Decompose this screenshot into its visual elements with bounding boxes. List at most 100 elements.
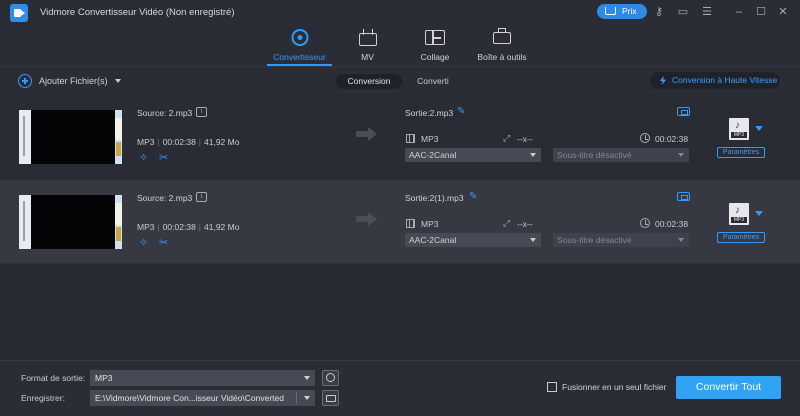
pencil-icon[interactable]: ✎ bbox=[457, 106, 467, 117]
minimize-icon[interactable]: – bbox=[732, 5, 746, 19]
tab-convertisseur[interactable]: Convertisseur bbox=[267, 26, 332, 66]
output-duration: 00:02:38 bbox=[655, 134, 689, 144]
chevron-down-icon bbox=[678, 153, 684, 157]
chevron-down-icon bbox=[304, 396, 310, 400]
video-thumbnail[interactable] bbox=[19, 110, 122, 164]
subtitle-value: Sous-titre désactivé bbox=[557, 235, 632, 245]
source-duration: 00:02:38 bbox=[162, 137, 196, 147]
save-label: Enregistrer: bbox=[21, 393, 65, 403]
high-speed-conversion-button[interactable]: Conversion à Haute Vitesse bbox=[650, 72, 780, 89]
pencil-icon[interactable]: ✎ bbox=[469, 191, 479, 202]
output-format-select[interactable]: MP3 bbox=[90, 370, 315, 386]
bottom-bar: Format de sortie: MP3 Enregistrer: E:\Vi… bbox=[0, 360, 800, 416]
subtitle-value: Sous-titre désactivé bbox=[557, 150, 632, 160]
toolbox-icon bbox=[493, 28, 511, 44]
thumb-panel-right bbox=[115, 195, 122, 249]
music-note-icon: ♪ bbox=[735, 120, 740, 131]
info-icon[interactable]: i bbox=[196, 192, 207, 202]
tab-mv[interactable]: MV bbox=[345, 26, 390, 66]
source-size: 41,92 Mo bbox=[204, 222, 240, 232]
window-title: Vidmore Convertisseur Vidéo (Non enregis… bbox=[40, 7, 235, 18]
output-format: MP3 bbox=[421, 219, 439, 229]
merge-option[interactable]: Fusionner en un seul fichier bbox=[547, 382, 666, 392]
format-dropdown-caret[interactable] bbox=[755, 126, 763, 131]
parameters-button[interactable]: Paramètres bbox=[717, 232, 765, 243]
menu-icon[interactable]: ☰ bbox=[700, 5, 714, 19]
format-settings-button[interactable] bbox=[322, 370, 339, 386]
source-duration: 00:02:38 bbox=[162, 222, 196, 232]
chevron-down-icon bbox=[530, 238, 536, 242]
title-bar: Vidmore Convertisseur Vidéo (Non enregis… bbox=[0, 0, 800, 26]
tab-label: Convertisseur bbox=[273, 52, 326, 62]
merge-label: Fusionner en un seul fichier bbox=[562, 382, 667, 392]
enhance-icon[interactable]: ✧ bbox=[139, 153, 150, 164]
arrow-right-icon bbox=[356, 127, 378, 141]
output-format: MP3 bbox=[421, 134, 439, 144]
tab-collage[interactable]: Collage bbox=[410, 26, 460, 66]
output-name: Sortie:2.mp3 bbox=[405, 108, 454, 118]
scissors-icon[interactable]: ✂ bbox=[159, 238, 170, 249]
format-tag: MP3 bbox=[731, 132, 747, 138]
close-icon[interactable]: ✕ bbox=[776, 5, 790, 19]
source-format: MP3 bbox=[137, 222, 155, 232]
save-path-select[interactable]: E:\Vidmore\Vidmore Con...isseur Vidéo\Co… bbox=[90, 390, 315, 406]
subtitle-select[interactable]: Sous-titre désactivé bbox=[553, 148, 689, 162]
parameters-button[interactable]: Paramètres bbox=[717, 147, 765, 158]
high-speed-label: Conversion à Haute Vitesse bbox=[672, 75, 778, 85]
main-nav: Convertisseur MV Collage Boîte à outils bbox=[0, 26, 800, 66]
output-name: Sortie:2(1).mp3 bbox=[405, 193, 464, 203]
mp3-format-icon[interactable]: ♪ MP3 bbox=[729, 118, 749, 140]
merge-checkbox[interactable] bbox=[547, 382, 557, 392]
tab-boite-outils[interactable]: Boîte à outils bbox=[470, 26, 534, 66]
subtitle-select[interactable]: Sous-titre désactivé bbox=[553, 233, 689, 247]
divider bbox=[296, 392, 297, 404]
open-folder-button[interactable] bbox=[322, 390, 339, 406]
clock-icon bbox=[640, 133, 650, 143]
tab-label: MV bbox=[361, 52, 374, 62]
resize-icon: ⤢ bbox=[503, 133, 511, 143]
audio-track-select[interactable]: AAC-2Canal bbox=[405, 233, 541, 247]
chevron-down-icon bbox=[304, 376, 310, 380]
chat-icon[interactable]: ▭ bbox=[676, 5, 690, 19]
price-button[interactable]: Prix bbox=[597, 4, 647, 19]
source-name: Source: 2.mp3 bbox=[137, 193, 193, 203]
source-meta: MP3 | 00:02:38 | 41,92 Mo bbox=[137, 137, 240, 147]
format-dropdown-caret[interactable] bbox=[755, 211, 763, 216]
thumb-panel-right bbox=[115, 110, 122, 164]
video-thumbnail[interactable] bbox=[19, 195, 122, 249]
resize-icon: ⤢ bbox=[503, 218, 511, 228]
chevron-down-icon[interactable] bbox=[114, 79, 121, 83]
file-row[interactable]: Source: 2.mp3 i MP3 | 00:02:38 | 41,92 Mo ✧ … bbox=[0, 95, 800, 179]
tab-label: Collage bbox=[420, 52, 450, 62]
music-note-icon: ♪ bbox=[735, 205, 740, 216]
info-icon[interactable]: i bbox=[196, 107, 207, 117]
maximize-icon[interactable]: ☐ bbox=[754, 5, 768, 19]
film-icon bbox=[406, 219, 415, 228]
source-name: Source: 2.mp3 bbox=[137, 108, 193, 118]
price-label: Prix bbox=[622, 6, 637, 16]
tv-icon bbox=[358, 33, 377, 46]
source-size: 41,92 Mo bbox=[204, 137, 240, 147]
audio-track-value: AAC-2Canal bbox=[409, 235, 457, 245]
toolbar: Ajouter Fichier(s) Conversion Converti C… bbox=[0, 66, 800, 94]
file-row[interactable]: Source: 2.mp3 i MP3 | 00:02:38 | 41,92 Mo ✧ … bbox=[0, 180, 800, 264]
chip-icon[interactable] bbox=[677, 107, 690, 116]
audio-track-select[interactable]: AAC-2Canal bbox=[405, 148, 541, 162]
chip-icon[interactable] bbox=[677, 192, 690, 201]
film-icon bbox=[406, 134, 415, 143]
save-path-value: E:\Vidmore\Vidmore Con...isseur Vidéo\Co… bbox=[95, 393, 284, 403]
convert-all-button[interactable]: Convertir Tout bbox=[676, 376, 781, 399]
source-meta: MP3 | 00:02:38 | 41,92 Mo bbox=[137, 222, 240, 232]
enhance-icon[interactable]: ✧ bbox=[139, 238, 150, 249]
add-files-button[interactable]: Ajouter Fichier(s) bbox=[18, 73, 121, 89]
tab-conversion[interactable]: Conversion bbox=[336, 74, 402, 89]
scissors-icon[interactable]: ✂ bbox=[159, 153, 170, 164]
thumb-panel-left bbox=[19, 195, 31, 249]
collage-icon bbox=[425, 30, 445, 45]
key-icon[interactable]: ⚷ bbox=[652, 5, 666, 19]
mp3-format-icon[interactable]: ♪ MP3 bbox=[729, 203, 749, 225]
tab-converti[interactable]: Converti bbox=[408, 74, 458, 89]
output-duration: 00:02:38 bbox=[655, 219, 689, 229]
thumb-panel-left bbox=[19, 110, 31, 164]
chevron-down-icon bbox=[530, 153, 536, 157]
